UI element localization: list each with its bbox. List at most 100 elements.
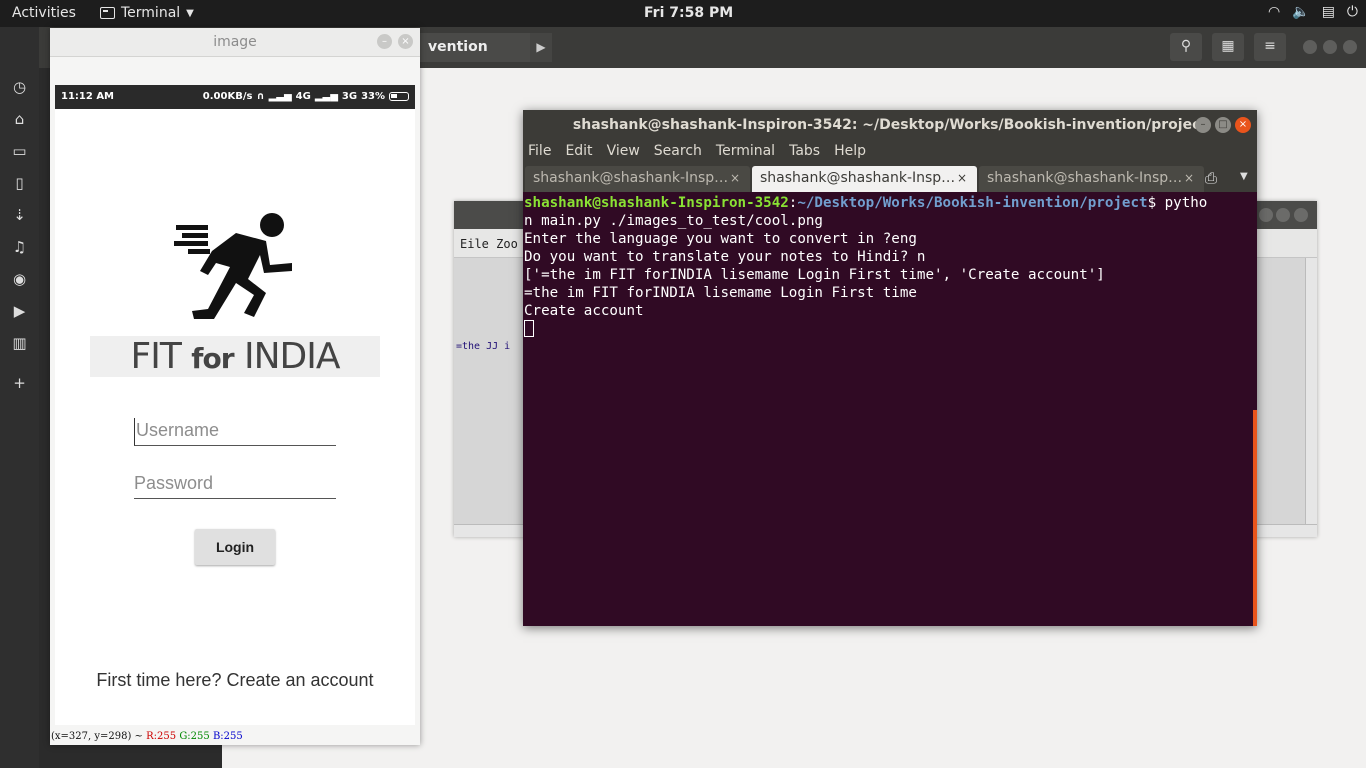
output-line: Do you want to translate your notes to H… bbox=[524, 249, 926, 265]
green-value: G:255 bbox=[179, 731, 210, 742]
menu-tabs[interactable]: Tabs bbox=[789, 143, 820, 164]
coords-text: (x=327, y=298) ~ bbox=[51, 731, 147, 742]
close-icon[interactable]: × bbox=[1235, 117, 1251, 133]
signal-icon: ▂▃▅ bbox=[268, 91, 292, 102]
plus-icon[interactable]: + bbox=[0, 367, 39, 399]
output-line: Enter the language you want to convert i… bbox=[524, 231, 917, 247]
music-icon[interactable]: ♫ bbox=[0, 231, 39, 263]
tab-label: shashank@shashank-Insp… bbox=[760, 170, 956, 186]
folder-icon[interactable]: ▭ bbox=[0, 135, 39, 167]
menu-icon[interactable]: ≡ bbox=[1254, 33, 1286, 61]
app-menu[interactable]: Terminal ▼ bbox=[100, 5, 194, 21]
image-viewer-window[interactable]: image – × 11:12 AM 0.00KB/s ∩ ▂▃▅ 4G ▂▃▅… bbox=[50, 28, 420, 745]
prompt-user: shashank@shashank-Inspiron-3542 bbox=[524, 195, 789, 211]
app-menu-label: Terminal bbox=[121, 5, 181, 21]
window-title: image bbox=[213, 34, 257, 50]
menu-edit[interactable]: Edit bbox=[565, 143, 592, 164]
menu-file[interactable]: File bbox=[528, 143, 551, 164]
scrollbar-accent bbox=[1253, 410, 1257, 626]
volume-icon[interactable]: 🔈 bbox=[1292, 4, 1309, 20]
runner-logo-icon bbox=[174, 213, 292, 319]
breadcrumb[interactable]: vention bbox=[420, 33, 530, 62]
close-icon[interactable]: × bbox=[730, 171, 740, 185]
power-icon[interactable]: ⏻ bbox=[1347, 4, 1358, 20]
minimize-icon[interactable]: – bbox=[377, 34, 392, 49]
maximize-icon[interactable]: □ bbox=[1215, 117, 1231, 133]
recent-icon[interactable]: ◷ bbox=[0, 71, 39, 103]
password-field[interactable]: Password bbox=[134, 471, 336, 499]
close-icon[interactable] bbox=[1343, 40, 1357, 54]
chevron-down-icon[interactable]: ▼ bbox=[1240, 171, 1248, 182]
terminal-tabs: shashank@shashank-Insp… × shashank@shash… bbox=[523, 164, 1257, 192]
vertical-scrollbar[interactable] bbox=[1305, 258, 1317, 524]
login-button[interactable]: Login bbox=[195, 529, 275, 565]
network-speed: 0.00KB/s bbox=[202, 91, 253, 102]
search-icon[interactable]: ⚲ bbox=[1170, 33, 1202, 61]
battery-icon bbox=[389, 92, 409, 101]
new-tab-icon[interactable]: ⎙ bbox=[1205, 169, 1217, 187]
menu-help[interactable]: Help bbox=[834, 143, 866, 164]
minimize-icon[interactable] bbox=[1259, 208, 1273, 222]
dock: ◷ ⌂ ▭ ▯ ⇣ ♫ ◉ ▶ ▥ + bbox=[0, 27, 39, 768]
clipboard-icon[interactable]: ▤ bbox=[1322, 4, 1335, 20]
status-time: 11:12 AM bbox=[61, 91, 115, 102]
top-bar: Activities Terminal ▼ Fri 7:58 PM ◠ 🔈 ▤ … bbox=[0, 0, 1366, 27]
terminal-menubar: File Edit View Search Terminal Tabs Help bbox=[523, 140, 1257, 164]
username-field[interactable]: Username bbox=[134, 418, 336, 446]
output-line: =the im FIT forINDIA lisemame Login Firs… bbox=[524, 285, 917, 301]
menu-view[interactable]: View bbox=[607, 143, 640, 164]
activities-button[interactable]: Activities bbox=[12, 5, 76, 21]
maximize-icon[interactable] bbox=[1323, 40, 1337, 54]
output-line: Create account bbox=[524, 303, 644, 319]
terminal-cursor bbox=[524, 320, 534, 337]
bg-window-snippet: =the JJ i bbox=[456, 341, 511, 352]
headphones-icon: ∩ bbox=[256, 91, 265, 102]
image-viewer-titlebar[interactable]: image – × bbox=[50, 28, 420, 57]
camera-icon[interactable]: ◉ bbox=[0, 263, 39, 295]
document-icon[interactable]: ▯ bbox=[0, 167, 39, 199]
brand-for: for bbox=[191, 342, 234, 375]
clock[interactable]: Fri 7:58 PM bbox=[644, 5, 733, 21]
trash-icon[interactable]: ▥ bbox=[0, 327, 39, 359]
blue-value: B:255 bbox=[212, 731, 243, 742]
menu-terminal[interactable]: Terminal bbox=[716, 143, 775, 164]
terminal-tab-active[interactable]: shashank@shashank-Insp… × bbox=[752, 166, 977, 192]
minimize-icon[interactable]: – bbox=[1195, 117, 1211, 133]
window-title: shashank@shashank-Inspiron-3542: ~/Deskt… bbox=[572, 117, 1208, 133]
prompt-path: ~/Desktop/Works/Bookish-invention/projec… bbox=[797, 195, 1148, 211]
system-tray[interactable]: ◠ 🔈 ▤ ⏻ bbox=[1268, 4, 1358, 20]
brand-logo: FIT for INDIA bbox=[90, 336, 380, 377]
phone-status-bar: 11:12 AM 0.00KB/s ∩ ▂▃▅ 4G ▂▃▅ 3G 33% bbox=[55, 85, 415, 109]
view-options-icon[interactable]: ▦ bbox=[1212, 33, 1244, 61]
terminal-tab[interactable]: shashank@shashank-Insp… × bbox=[525, 166, 750, 192]
close-icon[interactable]: × bbox=[957, 171, 967, 185]
command-text: $ pytho bbox=[1147, 195, 1208, 211]
chevron-right-icon[interactable]: ▶ bbox=[530, 33, 552, 62]
create-account-link[interactable]: First time here? Create an account bbox=[55, 670, 415, 691]
terminal-window[interactable]: shashank@shashank-Inspiron-3542: ~/Deskt… bbox=[523, 110, 1257, 626]
terminal-icon bbox=[100, 7, 115, 19]
battery-percent: 33% bbox=[361, 91, 385, 102]
maximize-icon[interactable] bbox=[1276, 208, 1290, 222]
brand-india: INDIA bbox=[243, 336, 341, 377]
download-icon[interactable]: ⇣ bbox=[0, 199, 39, 231]
close-icon[interactable] bbox=[1294, 208, 1308, 222]
close-icon[interactable]: × bbox=[398, 34, 413, 49]
red-value: R:255 bbox=[146, 731, 177, 742]
terminal-output[interactable]: shashank@shashank-Inspiron-3542:~/Deskto… bbox=[524, 194, 1253, 626]
pixel-info-bar: (x=327, y=298) ~ R:255 G:255 B:255 bbox=[50, 731, 420, 745]
minimize-icon[interactable] bbox=[1303, 40, 1317, 54]
chevron-down-icon: ▼ bbox=[186, 7, 194, 19]
tab-label: shashank@shashank-Insp… bbox=[987, 170, 1183, 186]
terminal-tab[interactable]: shashank@shashank-Insp… × bbox=[979, 166, 1204, 192]
video-icon[interactable]: ▶ bbox=[0, 295, 39, 327]
terminal-titlebar[interactable]: shashank@shashank-Inspiron-3542: ~/Deskt… bbox=[523, 110, 1257, 140]
network-type-1: 4G bbox=[295, 91, 311, 102]
brand-fit: FIT bbox=[130, 336, 182, 377]
status-right: 0.00KB/s ∩ ▂▃▅ 4G ▂▃▅ 3G 33% bbox=[203, 91, 409, 102]
network-type-2: 3G bbox=[341, 91, 358, 102]
home-icon[interactable]: ⌂ bbox=[0, 103, 39, 135]
menu-search[interactable]: Search bbox=[654, 143, 702, 164]
wifi-icon[interactable]: ◠ bbox=[1268, 4, 1280, 20]
close-icon[interactable]: × bbox=[1184, 171, 1194, 185]
